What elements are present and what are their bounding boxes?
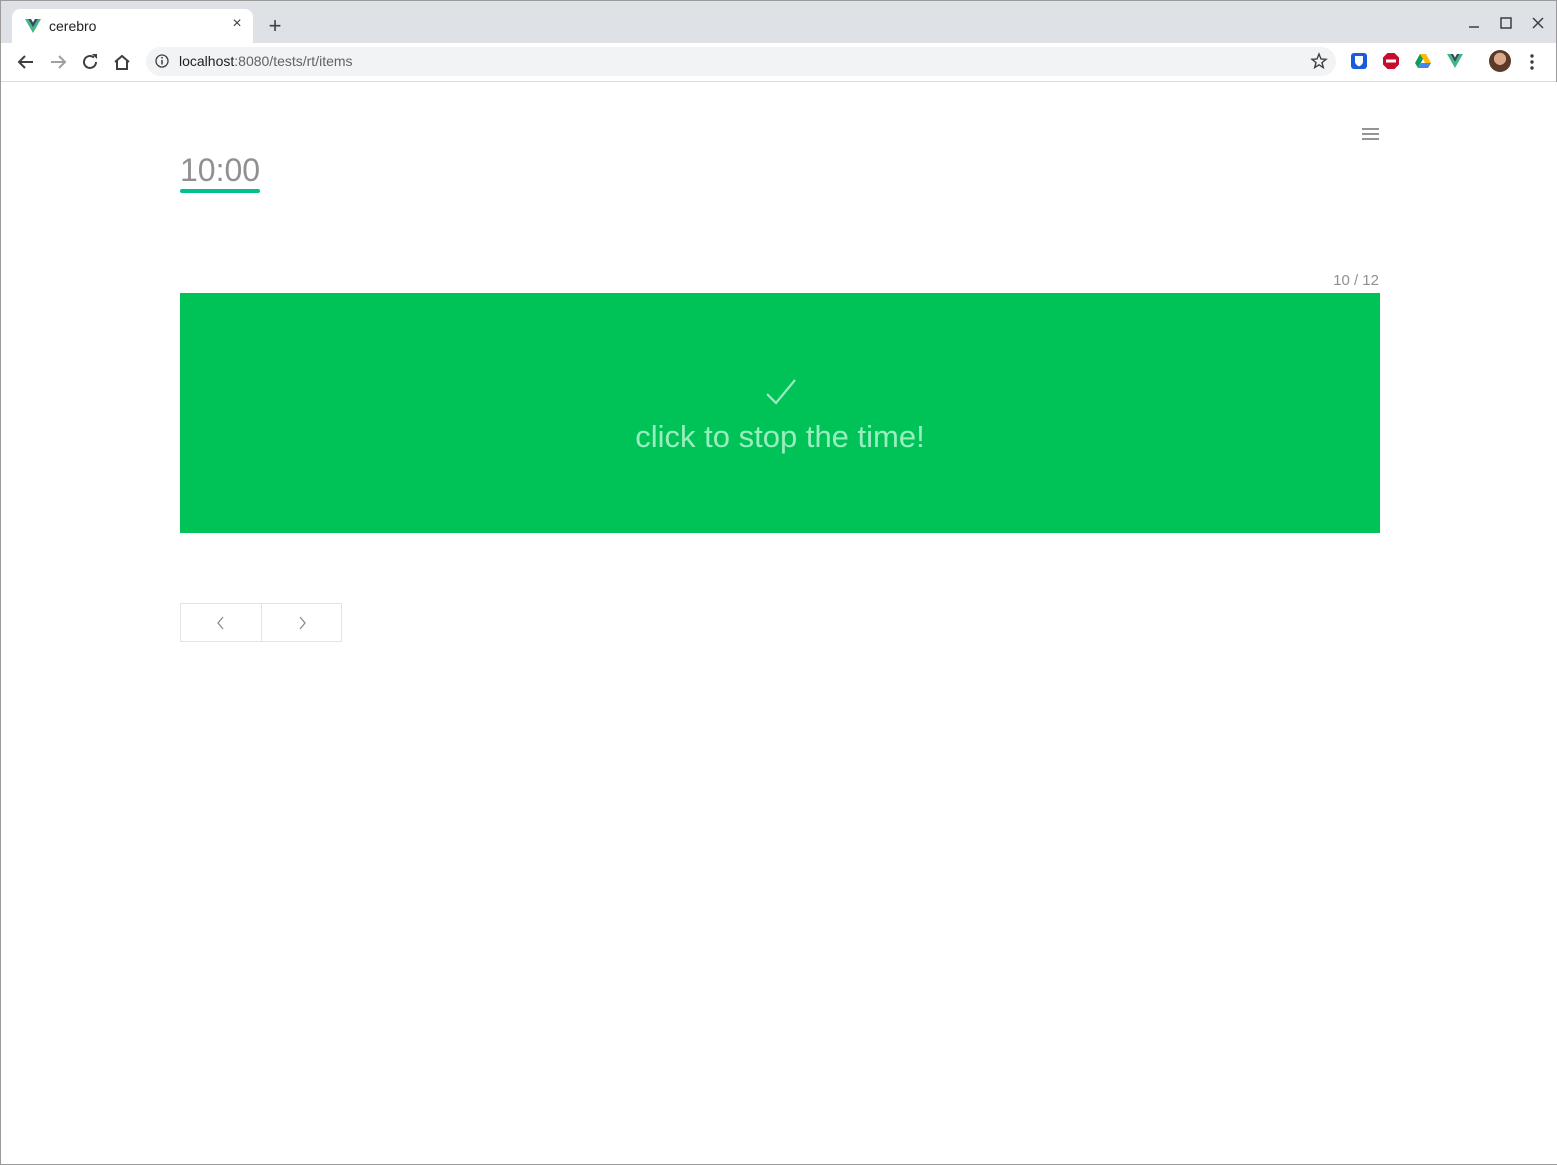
timer-display: 10:00 bbox=[180, 152, 261, 188]
next-item-button[interactable] bbox=[260, 604, 342, 641]
page-content: 10:00 10 / 12 click to stop the time! bbox=[2, 82, 1557, 1164]
hamburger-menu-icon[interactable] bbox=[1362, 127, 1379, 141]
tab-title: cerebro bbox=[49, 18, 97, 34]
forward-arrow-icon[interactable] bbox=[47, 51, 69, 73]
reload-icon[interactable] bbox=[79, 51, 101, 73]
info-icon[interactable] bbox=[155, 54, 169, 68]
timer-underline bbox=[180, 189, 260, 193]
bookmark-star-icon[interactable] bbox=[1310, 52, 1328, 70]
adblock-icon[interactable] bbox=[1382, 52, 1400, 70]
profile-avatar[interactable] bbox=[1489, 50, 1511, 72]
bitwarden-icon[interactable] bbox=[1350, 52, 1368, 70]
tab-strip: cerebro × + bbox=[1, 1, 1556, 43]
back-arrow-icon[interactable] bbox=[15, 51, 37, 73]
browser-window: cerebro × + localhost:8080/tests/rt/item… bbox=[0, 0, 1557, 1165]
maximize-icon[interactable] bbox=[1494, 11, 1518, 35]
home-icon[interactable] bbox=[111, 51, 133, 73]
vue-devtools-icon[interactable] bbox=[1446, 52, 1464, 70]
browser-tab[interactable]: cerebro × bbox=[12, 9, 253, 43]
stop-time-button[interactable]: click to stop the time! bbox=[180, 293, 1380, 533]
vue-logo-icon bbox=[25, 19, 41, 33]
stop-time-label: click to stop the time! bbox=[635, 419, 925, 454]
google-drive-icon[interactable] bbox=[1414, 52, 1432, 70]
chevron-left-icon bbox=[217, 616, 224, 630]
browser-toolbar: localhost:8080/tests/rt/items bbox=[1, 43, 1556, 82]
tab-close-icon[interactable]: × bbox=[228, 15, 246, 33]
previous-item-button[interactable] bbox=[181, 604, 261, 641]
address-bar[interactable]: localhost:8080/tests/rt/items bbox=[146, 47, 1336, 76]
new-tab-button[interactable]: + bbox=[263, 15, 287, 39]
more-menu-icon[interactable] bbox=[1523, 51, 1541, 73]
item-progress: 10 / 12 bbox=[1333, 272, 1379, 289]
minimize-icon[interactable] bbox=[1462, 11, 1486, 35]
close-window-icon[interactable] bbox=[1526, 11, 1550, 35]
checkmark-icon bbox=[766, 379, 796, 405]
chevron-right-icon bbox=[299, 616, 306, 630]
item-pager bbox=[180, 603, 342, 642]
url-text[interactable]: localhost:8080/tests/rt/items bbox=[179, 53, 353, 69]
